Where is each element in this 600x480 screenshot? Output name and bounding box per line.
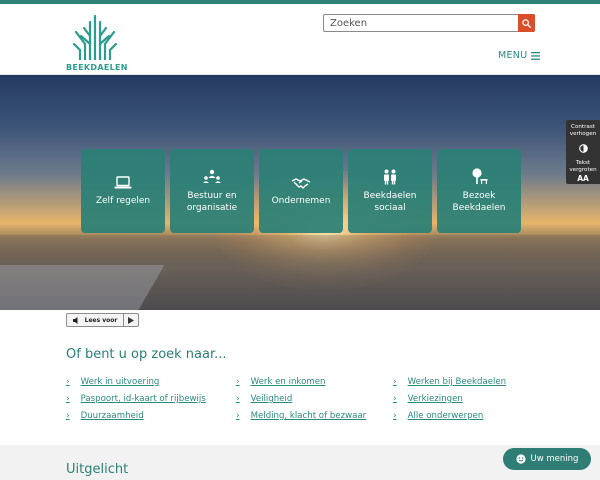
- featured-title: Uitgelicht: [66, 462, 129, 477]
- tree-logo-icon: [73, 14, 117, 60]
- text-size-toggle[interactable]: Tekst vergroten AA: [566, 157, 600, 183]
- hero-path: [0, 265, 165, 310]
- link-text: Alle onderwerpen: [407, 411, 484, 421]
- chevron-right-icon: ›: [66, 411, 70, 421]
- tile-label: Bestuur en: [187, 190, 237, 201]
- link-werk-in-uitvoering[interactable]: › Werk in uitvoering: [66, 377, 159, 387]
- text-size-label-line2: vergroten: [569, 167, 597, 173]
- chevron-right-icon: ›: [393, 394, 397, 404]
- contrast-toggle[interactable]: Contrast verhogen: [566, 120, 600, 157]
- tree-bench-icon: [472, 168, 488, 184]
- link-werk-en-inkomen[interactable]: › Werk en inkomen: [236, 377, 325, 387]
- handshake-icon: [291, 177, 311, 189]
- logo-text: BEEKDAELEN: [66, 63, 128, 72]
- contrast-icon: [578, 144, 588, 153]
- smiley-icon: [515, 454, 526, 464]
- tile-label: Zelf regelen: [95, 195, 151, 206]
- tile-ondernemen[interactable]: Ondernemen: [259, 149, 343, 233]
- tile-bezoek-beekdaelen[interactable]: Bezoek Beekdaelen: [437, 149, 521, 233]
- tile-label: Beekdaelen: [363, 190, 417, 201]
- chevron-right-icon: ›: [393, 377, 397, 387]
- chevron-right-icon: ›: [66, 394, 70, 404]
- link-alle-onderwerpen[interactable]: › Alle onderwerpen: [393, 411, 483, 421]
- logo[interactable]: BEEKDAELEN: [66, 14, 128, 72]
- accessibility-panel: Contrast verhogen Tekst vergroten AA: [566, 120, 600, 184]
- chevron-right-icon: ›: [236, 411, 240, 421]
- feedback-button[interactable]: Uw mening: [503, 448, 591, 470]
- contrast-label-line1: Contrast: [571, 124, 595, 130]
- hero-tiles: Zelf regelen Bestuur en organisatie Onde…: [81, 149, 521, 233]
- tile-beekdaelen-sociaal[interactable]: Beekdaelen sociaal: [348, 149, 432, 233]
- hero-banner: Zelf regelen Bestuur en organisatie Onde…: [0, 75, 600, 310]
- chevron-right-icon: ›: [393, 411, 397, 421]
- tile-label: Bezoek: [462, 191, 496, 201]
- link-duurzaamheid[interactable]: › Duurzaamheid: [66, 411, 144, 421]
- link-melding[interactable]: › Melding, klacht of bezwaar: [236, 411, 366, 421]
- tile-label-line2: Beekdaelen: [452, 203, 506, 213]
- search-box: [323, 14, 535, 32]
- laptop-icon: [114, 175, 132, 188]
- link-text: Werken bij Beekdaelen: [407, 377, 507, 387]
- menu-button[interactable]: MENU: [498, 50, 541, 61]
- tile-zelf-regelen[interactable]: Zelf regelen: [81, 149, 165, 233]
- tile-label-line2: sociaal: [374, 202, 406, 213]
- play-icon: [128, 316, 134, 324]
- link-text: Verkiezingen: [407, 394, 463, 404]
- link-veiligheid[interactable]: › Veiligheid: [236, 394, 292, 404]
- search-input[interactable]: [324, 15, 518, 31]
- text-size-icon: AA: [577, 174, 589, 183]
- link-text: Werk en inkomen: [250, 377, 326, 387]
- link-paspoort[interactable]: › Paspoort, id-kaart of rijbewijs: [66, 394, 206, 404]
- readspeaker-label: Lees voor: [84, 316, 118, 324]
- link-text: Werk in uitvoering: [80, 377, 160, 387]
- feedback-label: Uw mening: [530, 454, 579, 464]
- link-verkiezingen[interactable]: › Verkiezingen: [393, 394, 463, 404]
- contrast-label-line2: verhogen: [569, 131, 597, 137]
- link-text: Melding, klacht of bezwaar: [250, 411, 367, 421]
- hamburger-icon: [531, 51, 541, 60]
- people-icon: [384, 169, 396, 184]
- chevron-right-icon: ›: [236, 394, 240, 404]
- site-header: BEEKDAELEN MENU: [0, 4, 600, 75]
- readspeaker-play[interactable]: [123, 314, 138, 326]
- search-button[interactable]: [518, 14, 535, 32]
- link-text: Duurzaamheid: [80, 411, 144, 421]
- tile-label-line2: organisatie: [186, 202, 238, 213]
- speaker-icon: [72, 316, 78, 324]
- organisation-icon: [203, 169, 221, 183]
- tile-bestuur-en-organisatie[interactable]: Bestuur en organisatie: [170, 149, 254, 233]
- readspeaker-main[interactable]: Lees voor: [67, 314, 123, 326]
- section-title: Of bent u op zoek naar...: [66, 347, 227, 362]
- chevron-right-icon: ›: [236, 377, 240, 387]
- link-text: Veiligheid: [250, 394, 293, 404]
- text-size-label-line1: Tekst: [575, 160, 591, 166]
- tile-label: Ondernemen: [271, 195, 331, 206]
- search-icon: [522, 18, 531, 28]
- menu-label: MENU: [498, 50, 528, 61]
- chevron-right-icon: ›: [66, 377, 70, 387]
- link-text: Paspoort, id-kaart of rijbewijs: [80, 394, 206, 404]
- link-werken-bij-beekdaelen[interactable]: › Werken bij Beekdaelen: [393, 377, 506, 387]
- readspeaker-button[interactable]: Lees voor: [66, 313, 139, 327]
